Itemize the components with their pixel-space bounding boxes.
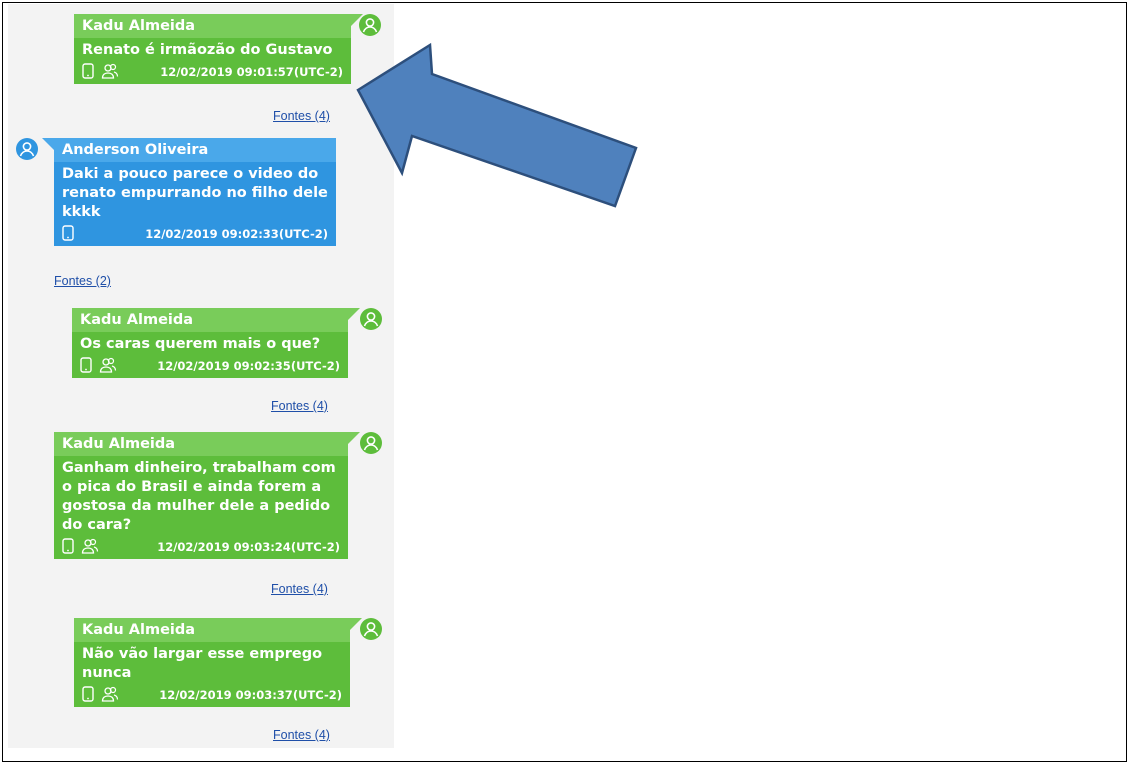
phone-icon bbox=[82, 62, 94, 82]
message-text: Renato é irmãozão do Gustavo bbox=[82, 42, 333, 58]
message-bubble: Kadu Almeida Ganham dinheiro, trabalham … bbox=[54, 432, 360, 559]
phone-icon bbox=[62, 224, 74, 244]
user-avatar-icon bbox=[360, 308, 382, 330]
user-avatar-icon bbox=[360, 432, 382, 454]
bubble-tail bbox=[348, 308, 360, 320]
arrow-icon bbox=[356, 42, 638, 208]
chat-message: Kadu Almeida Os caras querem mais o que?… bbox=[72, 308, 382, 378]
message-text: Daki a pouco parece o video do renato em… bbox=[62, 166, 328, 220]
bubble-tail bbox=[348, 432, 360, 444]
sender-name: Kadu Almeida bbox=[54, 432, 348, 456]
chat-message: Kadu Almeida Ganham dinheiro, trabalham … bbox=[54, 432, 382, 559]
chat-message: Kadu Almeida Não vão largar esse emprego… bbox=[74, 618, 382, 707]
message-meta: 12/02/2019 09:02:33(UTC-2) bbox=[54, 222, 336, 246]
phone-icon bbox=[80, 356, 92, 376]
message-bubble: Kadu Almeida Os caras querem mais o que?… bbox=[72, 308, 360, 378]
chat-message: Kadu Almeida Renato é irmãozão do Gustav… bbox=[74, 14, 381, 84]
message-bubble: Kadu Almeida Não vão largar esse emprego… bbox=[74, 618, 362, 707]
sender-name: Kadu Almeida bbox=[74, 618, 350, 642]
sender-name: Anderson Oliveira bbox=[54, 138, 336, 162]
message-bubble: Kadu Almeida Renato é irmãozão do Gustav… bbox=[74, 14, 363, 84]
message-bubble: Anderson Oliveira Daki a pouco parece o … bbox=[42, 138, 336, 246]
message-timestamp: 12/02/2019 09:03:24(UTC-2) bbox=[157, 540, 340, 554]
message-text: Os caras querem mais o que? bbox=[80, 336, 321, 352]
group-icon bbox=[101, 686, 119, 705]
sources-link[interactable]: Fontes (2) bbox=[54, 274, 111, 288]
group-icon bbox=[99, 357, 117, 376]
message-meta: 12/02/2019 09:03:37(UTC-2) bbox=[74, 683, 350, 707]
message-timestamp: 12/02/2019 09:02:35(UTC-2) bbox=[157, 359, 340, 373]
message-timestamp: 12/02/2019 09:03:37(UTC-2) bbox=[159, 688, 342, 702]
message-timestamp: 12/02/2019 09:02:33(UTC-2) bbox=[145, 227, 328, 241]
user-avatar-icon bbox=[359, 14, 381, 36]
message-text: Não vão largar esse emprego nunca bbox=[82, 646, 323, 681]
sources-link[interactable]: Fontes (4) bbox=[273, 728, 330, 742]
sources-link[interactable]: Fontes (4) bbox=[271, 399, 328, 413]
sources-link[interactable]: Fontes (4) bbox=[271, 582, 328, 596]
bubble-tail bbox=[42, 138, 54, 150]
user-avatar-icon bbox=[360, 618, 382, 640]
phone-icon bbox=[62, 537, 74, 557]
message-meta: 12/02/2019 09:01:57(UTC-2) bbox=[74, 60, 351, 84]
message-text: Ganham dinheiro, trabalham com o pica do… bbox=[62, 460, 336, 533]
user-avatar-icon bbox=[16, 138, 38, 160]
message-meta: 12/02/2019 09:03:24(UTC-2) bbox=[54, 535, 348, 559]
message-timestamp: 12/02/2019 09:01:57(UTC-2) bbox=[160, 65, 343, 79]
message-meta: 12/02/2019 09:02:35(UTC-2) bbox=[72, 354, 348, 378]
phone-icon bbox=[82, 685, 94, 705]
chat-message: Anderson Oliveira Daki a pouco parece o … bbox=[16, 138, 336, 246]
sender-name: Kadu Almeida bbox=[74, 14, 351, 38]
sender-name: Kadu Almeida bbox=[72, 308, 348, 332]
group-icon bbox=[81, 538, 99, 557]
sources-link[interactable]: Fontes (4) bbox=[273, 109, 330, 123]
group-icon bbox=[101, 63, 119, 82]
